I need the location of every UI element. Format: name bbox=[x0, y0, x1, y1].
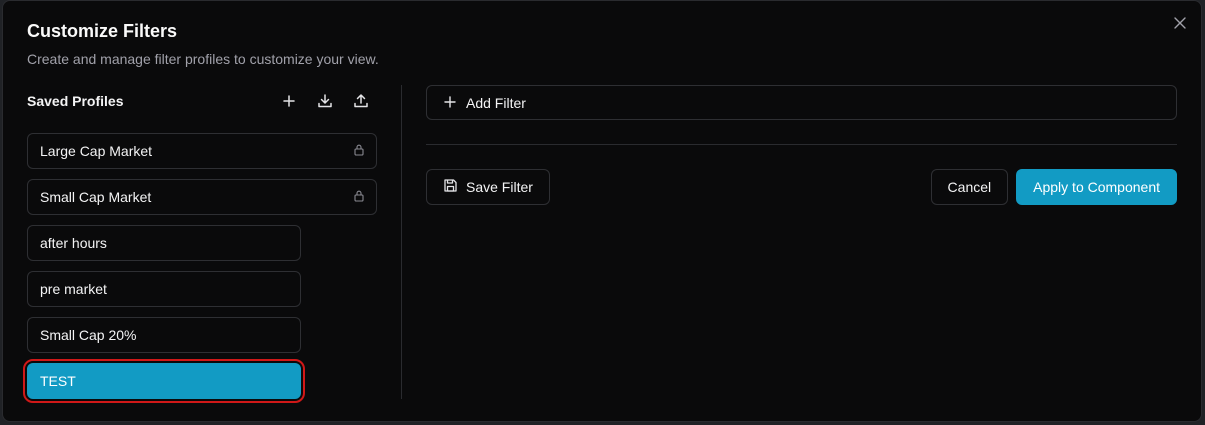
add-filter-label: Add Filter bbox=[466, 94, 526, 111]
profile-label: Large Cap Market bbox=[40, 143, 153, 159]
saved-profiles-heading: Saved Profiles bbox=[27, 93, 124, 109]
profile-label: Small Cap Market bbox=[40, 189, 152, 205]
profile-label: after hours bbox=[40, 235, 107, 251]
filter-actions: Save Filter Cancel Apply to Component bbox=[426, 169, 1177, 205]
save-filter-button[interactable]: Save Filter bbox=[426, 169, 550, 205]
panel-divider bbox=[401, 85, 402, 399]
cancel-button[interactable]: Cancel bbox=[930, 169, 1009, 205]
profile-label: pre market bbox=[40, 281, 107, 297]
profile-item-small-cap-20[interactable]: Small Cap 20% bbox=[27, 317, 301, 353]
profile-item-small-cap-market[interactable]: Small Cap Market bbox=[27, 179, 377, 215]
add-filter-button[interactable]: Add Filter bbox=[426, 85, 1177, 120]
profile-label: Small Cap 20% bbox=[40, 327, 137, 343]
export-profile-icon[interactable] bbox=[351, 91, 371, 111]
save-icon bbox=[443, 178, 458, 196]
profile-item-after-hours[interactable]: after hours bbox=[27, 225, 301, 261]
dialog-title: Customize Filters bbox=[27, 21, 178, 41]
lock-icon bbox=[354, 143, 364, 159]
profile-item-test[interactable]: TEST bbox=[23, 359, 305, 403]
import-profile-icon[interactable] bbox=[315, 91, 335, 111]
profile-list: Large Cap Market Small Cap Market after … bbox=[23, 133, 377, 403]
dialog-footer-buttons: Cancel Apply to Component bbox=[930, 169, 1177, 205]
saved-profiles-panel: Saved Profiles Large Cap Market Small Ca… bbox=[23, 85, 377, 403]
filter-editor-panel: Add Filter Save Filter Cancel Apply to C… bbox=[426, 85, 1177, 205]
profile-label: TEST bbox=[40, 373, 76, 389]
section-divider bbox=[426, 144, 1177, 145]
close-icon[interactable] bbox=[1171, 14, 1189, 32]
dialog-subtitle: Create and manage filter profiles to cus… bbox=[27, 51, 379, 67]
lock-icon bbox=[354, 189, 364, 205]
profile-item-large-cap-market[interactable]: Large Cap Market bbox=[27, 133, 377, 169]
customize-filters-dialog: Customize Filters Create and manage filt… bbox=[2, 0, 1202, 422]
saved-profiles-header: Saved Profiles bbox=[27, 85, 377, 117]
profile-item-pre-market[interactable]: pre market bbox=[27, 271, 301, 307]
save-filter-label: Save Filter bbox=[466, 179, 533, 195]
profile-actions bbox=[279, 91, 377, 111]
add-profile-icon[interactable] bbox=[279, 91, 299, 111]
apply-to-component-button[interactable]: Apply to Component bbox=[1016, 169, 1177, 205]
plus-icon bbox=[444, 95, 456, 111]
